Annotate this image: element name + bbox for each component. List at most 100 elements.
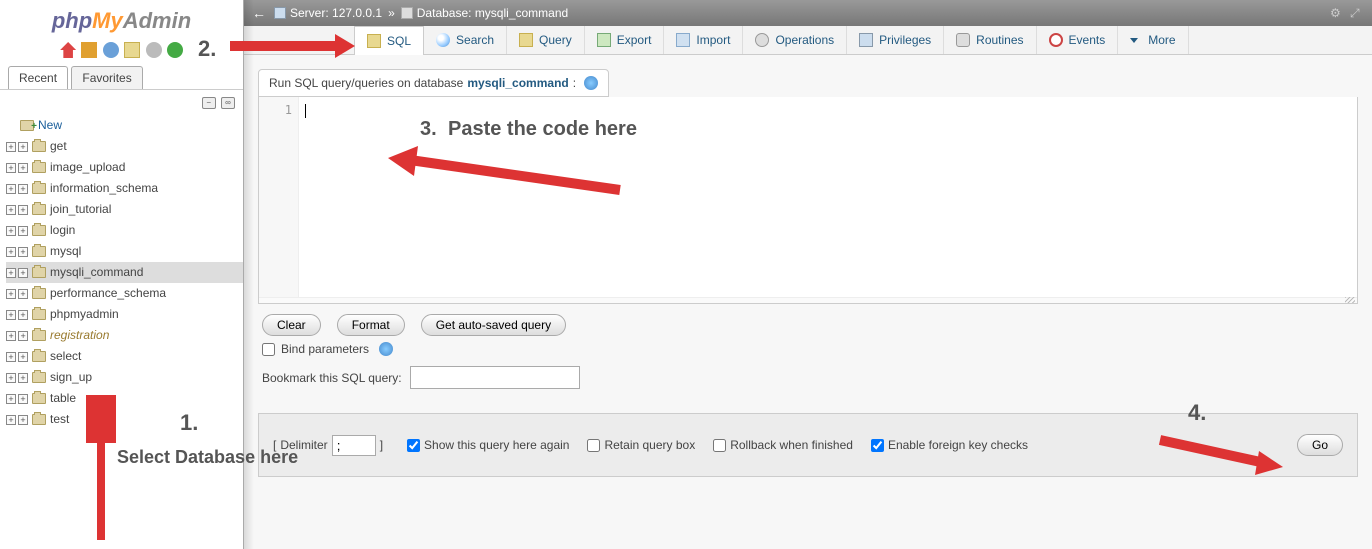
- sql-icon[interactable]: [124, 42, 140, 58]
- tree-item-label: phpmyadmin: [50, 305, 119, 324]
- export-tab-icon: [597, 33, 611, 47]
- tree-item-select[interactable]: ++select: [6, 346, 243, 367]
- tab-events[interactable]: Events: [1037, 26, 1119, 54]
- expand-icon[interactable]: +: [6, 373, 16, 383]
- show-again-option[interactable]: Show this query here again: [407, 438, 569, 452]
- expand-icon[interactable]: +: [6, 310, 16, 320]
- expand-icon[interactable]: +: [6, 205, 16, 215]
- tree-item-join_tutorial[interactable]: ++ join_tutorial: [6, 199, 243, 220]
- rollback-label: Rollback when finished: [730, 438, 853, 452]
- tree-item-test[interactable]: ++test: [6, 409, 243, 430]
- bookmark-input[interactable]: [410, 366, 580, 389]
- docs-icon[interactable]: [103, 42, 119, 58]
- expand2-icon[interactable]: +: [18, 289, 28, 299]
- logout-icon[interactable]: [81, 42, 97, 58]
- retain-option[interactable]: Retain query box: [587, 438, 695, 452]
- tree-item-label: join_tutorial: [50, 200, 111, 219]
- expand2-icon[interactable]: +: [18, 247, 28, 257]
- expand2-icon[interactable]: +: [18, 163, 28, 173]
- expand2-icon[interactable]: +: [18, 184, 28, 194]
- link-icon[interactable]: ∞: [221, 97, 235, 109]
- tree-item-information_schema[interactable]: ++information_schema: [6, 178, 243, 199]
- home-icon[interactable]: [60, 42, 76, 58]
- expand2-icon[interactable]: +: [18, 415, 28, 425]
- tab-sql[interactable]: SQL: [354, 26, 424, 55]
- tree-item-registration[interactable]: ++ registration: [6, 325, 243, 346]
- reload-icon[interactable]: [167, 42, 183, 58]
- expand2-icon[interactable]: +: [18, 373, 28, 383]
- tree-item-label: registration: [50, 326, 109, 345]
- go-button[interactable]: Go: [1297, 434, 1343, 456]
- expand-icon[interactable]: +: [6, 142, 16, 152]
- expand-icon[interactable]: +: [6, 163, 16, 173]
- gear-icon[interactable]: ⚙: [1330, 6, 1344, 20]
- panel-db-name[interactable]: mysqli_command: [467, 76, 568, 90]
- expand-icon[interactable]: +: [6, 268, 16, 278]
- back-icon[interactable]: ←: [252, 5, 266, 21]
- tab-favorites[interactable]: Favorites: [71, 66, 142, 89]
- tab-operations[interactable]: Operations: [743, 26, 847, 54]
- expand-icon[interactable]: +: [6, 247, 16, 257]
- breadcrumb-database[interactable]: Database: mysqli_command: [401, 6, 568, 20]
- retain-checkbox[interactable]: [587, 439, 600, 452]
- breadcrumb-server[interactable]: Server: 127.0.0.1: [274, 6, 382, 20]
- delimiter-label: Delimiter: [280, 438, 327, 452]
- privileges-tab-icon: [859, 33, 873, 47]
- tree-item-mysqli_command[interactable]: ++mysqli_command: [6, 262, 243, 283]
- rollback-checkbox[interactable]: [713, 439, 726, 452]
- code-area[interactable]: [299, 97, 1357, 297]
- tree-item-phpmyadmin[interactable]: ++ phpmyadmin: [6, 304, 243, 325]
- expand2-icon[interactable]: +: [18, 268, 28, 278]
- fk-option[interactable]: Enable foreign key checks: [871, 438, 1028, 452]
- delimiter-input[interactable]: [332, 435, 376, 456]
- tab-search[interactable]: Search: [424, 26, 507, 54]
- collapse-all-icon[interactable]: −: [202, 97, 216, 109]
- expand2-icon[interactable]: +: [18, 310, 28, 320]
- expand-icon[interactable]: +: [6, 289, 16, 299]
- bind-parameters-checkbox[interactable]: [262, 343, 275, 356]
- tree-item-table[interactable]: ++table: [6, 388, 243, 409]
- expand-icon[interactable]: +: [6, 415, 16, 425]
- show-again-checkbox[interactable]: [407, 439, 420, 452]
- editor-resize-handle[interactable]: [259, 297, 1357, 303]
- expand2-icon[interactable]: +: [18, 352, 28, 362]
- format-button[interactable]: Format: [337, 314, 405, 336]
- autosaved-button[interactable]: Get auto-saved query: [421, 314, 566, 336]
- expand2-icon[interactable]: +: [18, 205, 28, 215]
- tab-import[interactable]: Import: [664, 26, 743, 54]
- tab-query[interactable]: Query: [507, 26, 585, 54]
- sql-editor[interactable]: 1: [259, 97, 1357, 297]
- rollback-option[interactable]: Rollback when finished: [713, 438, 853, 452]
- logo-my: My: [92, 8, 123, 33]
- expand-icon[interactable]: ⤢: [1350, 6, 1364, 20]
- tree-item-get[interactable]: ++get: [6, 136, 243, 157]
- expand2-icon[interactable]: +: [18, 142, 28, 152]
- expand-icon[interactable]: +: [6, 352, 16, 362]
- tab-more[interactable]: More: [1118, 26, 1188, 54]
- tree-item-mysql[interactable]: ++mysql: [6, 241, 243, 262]
- tab-routines[interactable]: Routines: [944, 26, 1036, 54]
- expand2-icon[interactable]: +: [18, 226, 28, 236]
- logo[interactable]: phpMyAdmin: [0, 0, 243, 38]
- expand2-icon[interactable]: +: [18, 331, 28, 341]
- expand-icon[interactable]: +: [6, 226, 16, 236]
- settings-icon[interactable]: [146, 42, 162, 58]
- help-icon[interactable]: [584, 76, 598, 90]
- tab-privileges[interactable]: Privileges: [847, 26, 944, 54]
- tree-item-performance_schema[interactable]: ++performance_schema: [6, 283, 243, 304]
- expand-icon[interactable]: +: [6, 184, 16, 194]
- clear-button[interactable]: Clear: [262, 314, 321, 336]
- tab-export[interactable]: Export: [585, 26, 665, 54]
- fk-checkbox[interactable]: [871, 439, 884, 452]
- expand-icon[interactable]: +: [6, 394, 16, 404]
- tab-recent[interactable]: Recent: [8, 66, 68, 89]
- expand2-icon[interactable]: +: [18, 394, 28, 404]
- tree-new[interactable]: New: [6, 115, 243, 136]
- bind-help-icon[interactable]: [379, 342, 393, 356]
- tree-item-image_upload[interactable]: ++image_upload: [6, 157, 243, 178]
- import-tab-icon: [676, 33, 690, 47]
- tree-item-login[interactable]: ++login: [6, 220, 243, 241]
- expand-icon[interactable]: +: [6, 331, 16, 341]
- db-icon: [32, 267, 46, 278]
- tree-item-sign_up[interactable]: ++sign_up: [6, 367, 243, 388]
